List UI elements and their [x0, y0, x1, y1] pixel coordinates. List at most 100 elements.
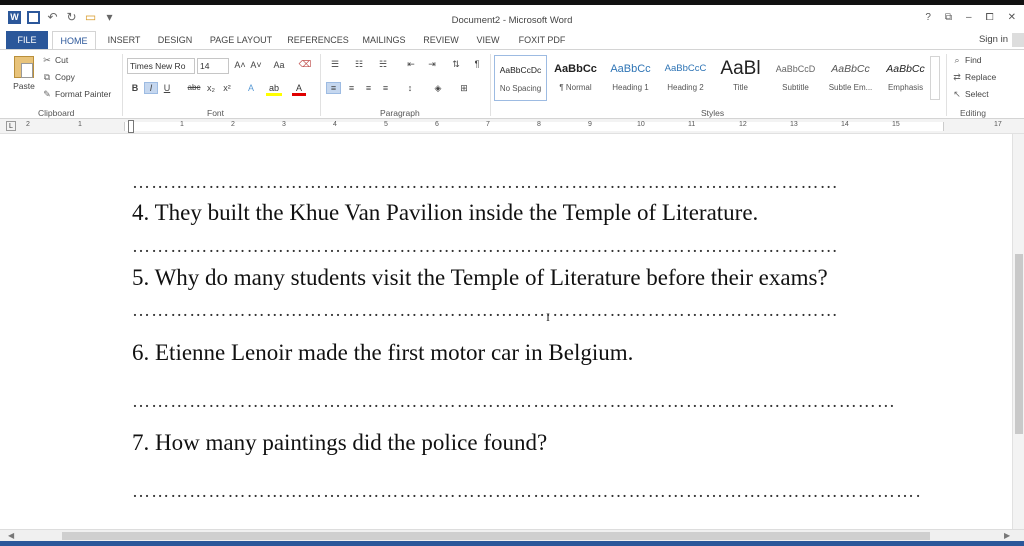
tab-review[interactable]: REVIEW: [420, 31, 462, 50]
style-heading-1[interactable]: AaBbCc Heading 1: [604, 55, 657, 101]
sort-icon[interactable]: ⇅: [448, 59, 464, 70]
answer-line[interactable]: ……………………………………………………………………………………………………………: [132, 236, 836, 257]
style-heading-2[interactable]: AaBbCcC Heading 2: [659, 55, 712, 101]
horizontal-scroll-thumb[interactable]: [62, 532, 930, 540]
scroll-left-icon[interactable]: ◀: [8, 531, 14, 540]
indent-marker[interactable]: [128, 120, 134, 133]
ribbon-display-icon[interactable]: ⧉: [945, 12, 952, 23]
vertical-scrollbar[interactable]: [1012, 134, 1024, 529]
style-no-spacing[interactable]: AaBbCcDc No Spacing: [494, 55, 547, 101]
tab-references[interactable]: REFERENCES: [286, 31, 350, 50]
style-normal[interactable]: AaBbCc ¶ Normal: [549, 55, 602, 101]
change-case-button[interactable]: Aa: [268, 60, 290, 70]
select-button[interactable]: ↖ Select: [952, 89, 988, 99]
question-6[interactable]: 6. Etienne Lenoir made the first motor c…: [132, 340, 633, 366]
increase-indent-icon[interactable]: ⇥: [424, 59, 440, 70]
tab-foxit-pdf[interactable]: FOXIT PDF: [514, 31, 570, 50]
tab-page-layout[interactable]: PAGE LAYOUT: [206, 31, 276, 50]
horizontal-scrollbar[interactable]: ◀ ▶: [0, 529, 1024, 541]
tab-selector[interactable]: L: [6, 121, 16, 131]
style-sample: AaBl: [720, 58, 761, 79]
style-emphasis[interactable]: AaBbCc Emphasis: [879, 55, 932, 101]
account-avatar-icon[interactable]: [1012, 33, 1024, 47]
borders-icon[interactable]: ⊞: [456, 83, 472, 94]
font-size-box[interactable]: 14: [197, 58, 229, 74]
show-marks-icon[interactable]: ¶: [470, 59, 484, 69]
bold-button[interactable]: B: [129, 83, 141, 93]
font-name-box[interactable]: Times New Ro: [127, 58, 195, 74]
style-name: Subtle Em...: [828, 83, 873, 92]
answer-line[interactable]: ……………………………………………………………………………………………………………: [132, 172, 836, 193]
restore-button[interactable]: ⧠: [986, 12, 994, 23]
align-left-icon[interactable]: ≡: [326, 82, 341, 94]
font-color-icon[interactable]: A: [292, 83, 306, 96]
ruler-number: 13: [790, 121, 798, 128]
tab-mailings[interactable]: MAILINGS: [358, 31, 410, 50]
ruler-strip: [124, 122, 944, 131]
separator: [320, 54, 321, 116]
scroll-right-icon[interactable]: ▶: [1004, 531, 1010, 540]
clipboard-icon: [14, 56, 34, 78]
separator: [122, 54, 123, 116]
paragraph-group-label: Paragraph: [380, 108, 420, 118]
help-icon[interactable]: ?: [925, 12, 931, 23]
replace-label: Replace: [965, 72, 997, 82]
status-bar: [0, 541, 1024, 546]
clear-formatting-icon[interactable]: ⌫: [298, 59, 312, 70]
window-controls: ? ⧉ – ⧠ ✕: [925, 12, 1016, 23]
align-center-icon[interactable]: ≡: [344, 83, 359, 93]
numbering-icon[interactable]: ☷: [351, 59, 367, 70]
align-right-icon[interactable]: ≡: [361, 83, 376, 93]
separator: [490, 54, 491, 116]
paintbrush-icon: ✎: [43, 89, 51, 99]
style-subtle-emphasis[interactable]: AaBbCc Subtle Em...: [824, 55, 877, 101]
italic-button[interactable]: I: [144, 82, 158, 94]
superscript-button[interactable]: x²: [220, 83, 234, 93]
question-7[interactable]: 7. How many paintings did the police fou…: [132, 430, 547, 456]
line-spacing-icon[interactable]: ↕: [402, 83, 418, 93]
tab-insert[interactable]: INSERT: [104, 31, 144, 50]
style-sample: AaBbCcD: [775, 64, 816, 74]
replace-icon: ⇄: [953, 72, 961, 82]
vertical-scroll-thumb[interactable]: [1015, 254, 1023, 434]
paste-button[interactable]: Paste: [10, 56, 38, 104]
subscript-button[interactable]: x₂: [204, 83, 218, 93]
question-4[interactable]: 4. They built the Khue Van Pavilion insi…: [132, 200, 758, 226]
cut-button[interactable]: ✂ Cut: [42, 55, 68, 65]
window-title: Document2 - Microsoft Word: [451, 15, 573, 26]
multilevel-list-icon[interactable]: ☵: [375, 59, 391, 70]
copy-button[interactable]: ⧉ Copy: [42, 72, 75, 82]
tab-view[interactable]: VIEW: [472, 31, 504, 50]
answer-line[interactable]: ……………………………………………………………………………………………………………: [132, 481, 920, 502]
underline-button[interactable]: U: [161, 83, 173, 93]
find-button[interactable]: ⌕ Find: [952, 55, 981, 65]
minimize-button[interactable]: –: [966, 12, 972, 23]
shrink-font-button[interactable]: A˅: [249, 60, 263, 70]
strikethrough-button[interactable]: abc: [186, 83, 202, 92]
close-button[interactable]: ✕: [1008, 12, 1016, 23]
styles-gallery-scroll[interactable]: [930, 56, 940, 100]
format-painter-button[interactable]: ✎ Format Painter: [42, 89, 111, 99]
shading-icon[interactable]: ◈: [430, 83, 446, 94]
replace-button[interactable]: ⇄ Replace: [952, 72, 996, 82]
document-page[interactable]: ……………………………………………………………………………………………………………: [0, 134, 1012, 529]
horizontal-ruler[interactable]: L 2 1 1 2 3 4 5 6 7 8 9 10 11 12 13 14 1…: [0, 119, 1024, 134]
justify-icon[interactable]: ≡: [378, 83, 393, 93]
grow-font-button[interactable]: A˄: [233, 60, 247, 70]
answer-line[interactable]: ……………………………………………………………………………………………………………: [132, 300, 836, 321]
decrease-indent-icon[interactable]: ⇤: [403, 59, 419, 70]
font-group-label: Font: [207, 108, 225, 118]
tab-file[interactable]: FILE: [6, 31, 48, 49]
bullets-icon[interactable]: ☰: [327, 59, 343, 70]
style-title[interactable]: AaBl Title: [714, 55, 767, 101]
sign-in-link[interactable]: Sign in: [979, 34, 1008, 45]
copy-icon: ⧉: [43, 72, 51, 82]
tab-home[interactable]: HOME: [52, 31, 96, 50]
style-name: Heading 2: [667, 83, 704, 92]
text-effects-icon[interactable]: A: [244, 83, 258, 93]
style-subtitle[interactable]: AaBbCcD Subtitle: [769, 55, 822, 101]
question-5[interactable]: 5. Why do many students visit the Temple…: [132, 265, 828, 291]
answer-line[interactable]: ……………………………………………………………………………………………………………: [132, 391, 894, 412]
tab-design[interactable]: DESIGN: [154, 31, 196, 50]
highlight-icon[interactable]: ab: [266, 83, 282, 96]
